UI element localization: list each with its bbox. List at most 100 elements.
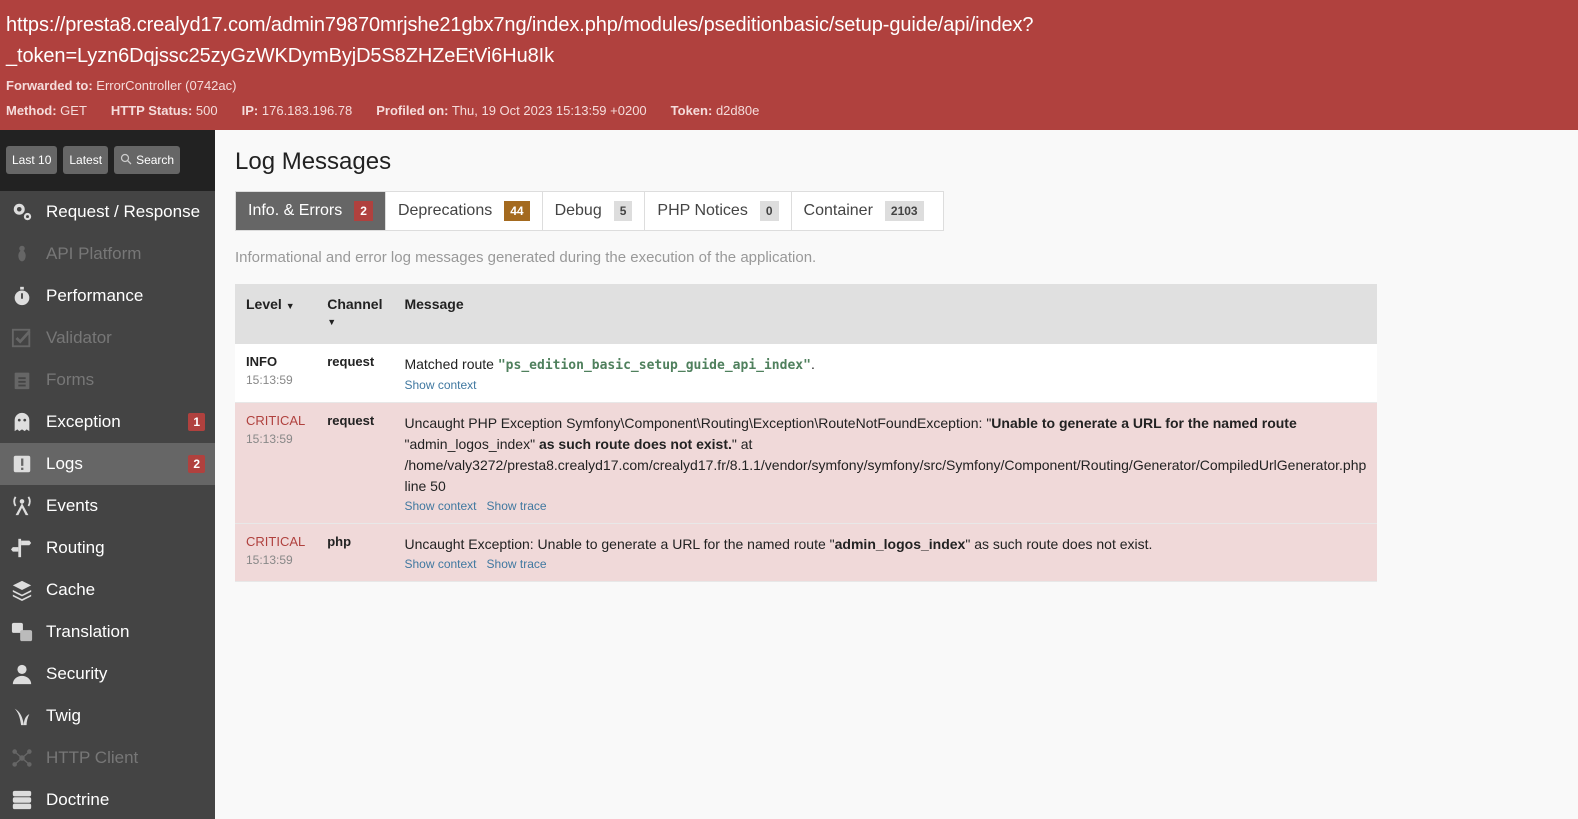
menu-item-performance[interactable]: Performance [0,275,215,317]
menu-label: Request / Response [46,202,201,221]
log-tabs: Info. & Errors 2 Deprecations 44 Debug 5… [235,191,944,231]
menu-item-logs[interactable]: Logs 2 [0,443,215,485]
table-header-row: Level ▼ Channel ▼ Message [235,284,1378,344]
status-meta: HTTP Status: 500 [111,103,218,118]
level-column-header[interactable]: Level ▼ [235,284,317,344]
spider-icon [10,242,34,266]
tab-label: Deprecations [397,202,493,219]
show-context-link[interactable]: Show context [404,557,476,571]
table-row: CRITICAL 15:13:59 php Uncaught Exception… [235,523,1378,582]
translate-icon [10,620,34,644]
tab-count-badge: 0 [759,201,779,221]
ip-meta: IP: 176.183.196.78 [242,103,353,118]
menu-label: Events [46,496,98,515]
alert-icon [10,452,34,476]
latest-button[interactable]: Latest [63,146,109,174]
signpost-icon [10,536,34,560]
log-time: 15:13:59 [246,553,293,567]
menu-item-exception[interactable]: Exception 1 [0,401,215,443]
log-channel: request [327,354,375,369]
tab-count-badge: 5 [613,201,633,221]
log-time: 15:13:59 [246,373,293,387]
forwarded-label: Forwarded to: [6,78,93,93]
method-value: GET [60,103,87,118]
message-text: Matched route [404,356,498,372]
tab-deprecations[interactable]: Deprecations 44 [386,192,543,230]
menu-item-events[interactable]: Events [0,485,215,527]
menu-item-cache[interactable]: Cache [0,569,215,611]
status-value: 500 [195,103,218,118]
profiled-meta: Profiled on: Thu, 19 Oct 2023 15:13:59 +… [376,103,646,118]
network-icon [10,746,34,770]
column-label: Level [246,296,282,312]
message-text: "admin_logos_index" [404,436,536,452]
tab-container[interactable]: Container 2103 [792,192,936,230]
forwarded-value[interactable]: ErrorController (0742ac) [96,78,236,93]
profiled-value: Thu, 19 Oct 2023 15:13:59 +0200 [451,103,647,118]
menu-label: Cache [46,580,96,599]
log-links: Show context [404,378,1366,392]
menu-label: API Platform [46,244,142,263]
menu-item-http-client[interactable]: HTTP Client [0,737,215,779]
menu-item-twig[interactable]: Twig [0,695,215,737]
tab-debug[interactable]: Debug 5 [543,192,646,230]
caret-down-icon: ▼ [327,317,337,327]
show-trace-link[interactable]: Show trace [487,499,547,513]
user-icon [10,662,34,686]
caret-down-icon: ▼ [285,301,295,311]
log-time: 15:13:59 [246,432,293,446]
search-button[interactable]: Search [114,146,181,174]
menu-label: Security [46,664,108,683]
sidebar: Last 10 Latest Search Request / Response… [0,130,215,819]
menu-item-doctrine[interactable]: Doctrine [0,779,215,819]
token-label: Token: [670,103,713,118]
menu-item-translation[interactable]: Translation [0,611,215,653]
ip-label: IP: [241,103,259,118]
message-bold: Unable to generate a URL for the named r… [991,415,1297,431]
ip-value[interactable]: 176.183.196.78 [262,103,352,118]
tab-description: Informational and error log messages gen… [235,249,817,266]
request-url[interactable]: https://presta8.crealyd17.com/admin79870… [6,10,1572,72]
menu-item-request-response[interactable]: Request / Response [0,191,215,233]
log-channel: request [327,413,375,428]
menu-label: Doctrine [46,790,110,809]
log-level: CRITICAL [246,413,306,428]
log-level: INFO [246,354,278,369]
tab-php-notices[interactable]: PHP Notices 0 [645,192,792,230]
antenna-icon [10,494,34,518]
menu-item-validator[interactable]: Validator [0,317,215,359]
main-panel: Log Messages Info. & Errors 2 Deprecatio… [215,130,1578,819]
page-title: Log Messages [235,148,392,175]
method-meta: Method: GET [6,103,87,118]
show-context-link[interactable]: Show context [404,499,476,513]
tab-info-errors[interactable]: Info. & Errors 2 [236,192,386,230]
menu-label: Logs [46,454,83,473]
tab-label: Info. & Errors [248,202,343,219]
menu-item-routing[interactable]: Routing [0,527,215,569]
message-text: Uncaught PHP Exception Symfony\Component… [404,415,992,431]
menu-item-security[interactable]: Security [0,653,215,695]
table-row: INFO 15:13:59 request Matched route "ps_… [235,344,1378,403]
tab-label: PHP Notices [657,202,748,219]
last-10-button[interactable]: Last 10 [6,146,58,174]
menu-item-forms[interactable]: Forms [0,359,215,401]
gears-icon [10,200,34,224]
column-label: Channel [327,296,383,312]
log-table: Level ▼ Channel ▼ Message INFO 15:13:59 r… [235,284,1378,582]
route-name: "ps_edition_basic_setup_guide_api_index" [497,358,811,373]
token-value: d2d80e [715,103,760,118]
log-level: CRITICAL [246,534,306,549]
channel-column-header[interactable]: Channel ▼ [316,284,394,344]
token-meta: Token: d2d80e [671,103,760,118]
column-label: Message [404,296,464,312]
log-links: Show context Show trace [404,557,1366,571]
status-label: HTTP Status: [110,103,193,118]
menu-label: Performance [46,286,144,305]
table-row: CRITICAL 15:13:59 request Uncaught PHP E… [235,402,1378,524]
search-icon [120,153,132,168]
menu-item-api-platform[interactable]: API Platform [0,233,215,275]
show-trace-link[interactable]: Show trace [487,557,547,571]
tab-label: Container [803,202,873,219]
database-icon [10,788,34,812]
show-context-link[interactable]: Show context [404,378,476,392]
